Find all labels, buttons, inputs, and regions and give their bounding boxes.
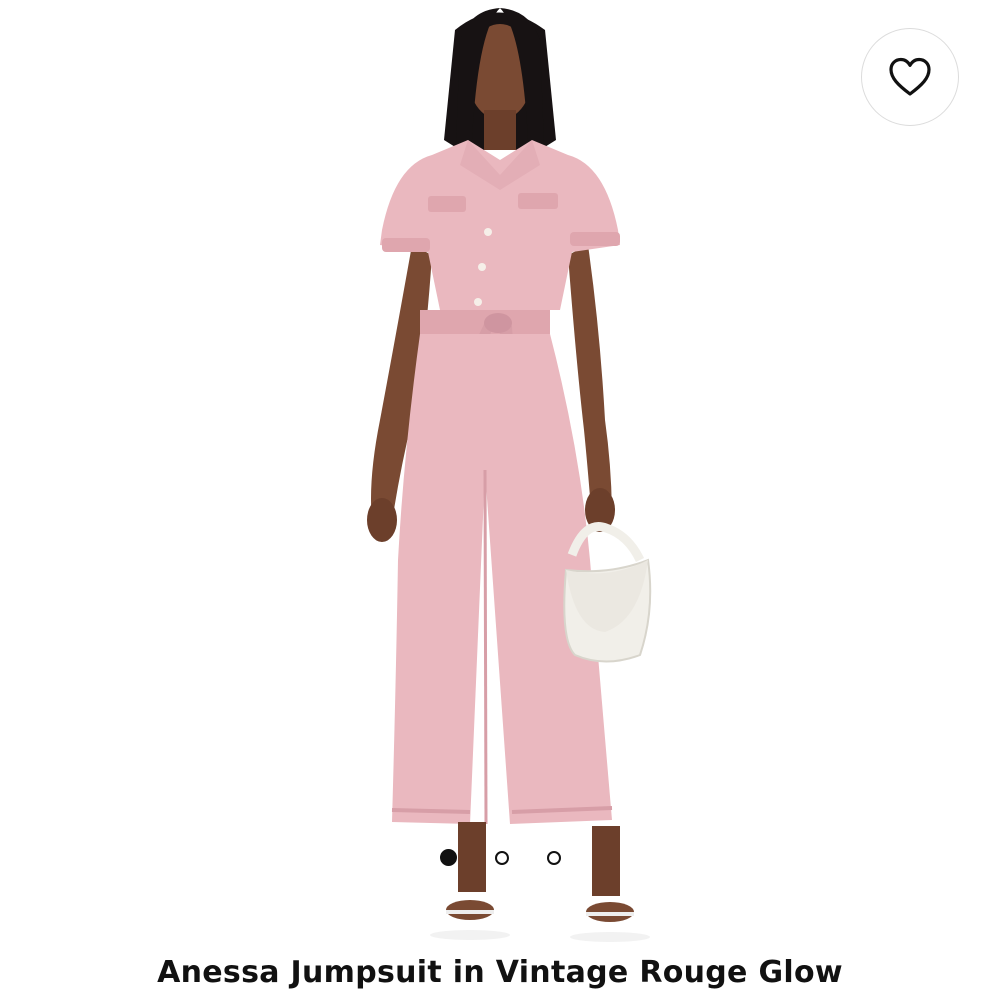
product-title: Anessa Jumpsuit in Vintage Rouge Glow (157, 955, 843, 990)
carousel-dot-1[interactable] (439, 849, 457, 866)
product-image-area[interactable] (0, 0, 1000, 950)
carousel-indicator (0, 848, 1000, 868)
carousel-dot-3[interactable] (546, 851, 561, 865)
product-photo (367, 8, 652, 942)
carousel-dot-2[interactable] (494, 851, 509, 865)
heart-outline-icon (889, 57, 931, 96)
favorite-button[interactable] (861, 28, 959, 126)
